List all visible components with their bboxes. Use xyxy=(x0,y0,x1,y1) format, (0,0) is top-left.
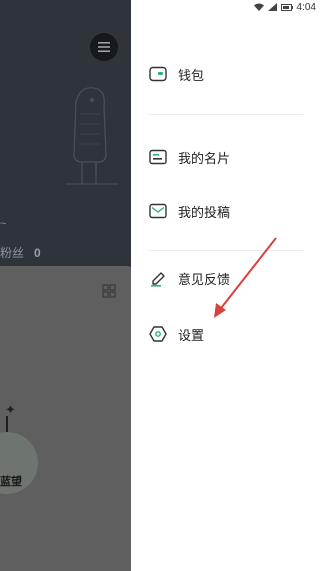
drawer-item-label: 意见反馈 xyxy=(178,271,231,287)
drawer-item-my-card[interactable]: 我的名片 xyxy=(148,145,230,169)
content-card xyxy=(0,266,140,571)
status-bar: 4:04 xyxy=(131,0,320,14)
wifi-icon xyxy=(253,3,264,11)
mail-icon xyxy=(148,201,168,221)
drawer-item-feedback[interactable]: 意见反馈 xyxy=(148,266,230,290)
drawer-item-settings[interactable]: 设置 xyxy=(148,322,204,346)
menu-button[interactable] xyxy=(90,33,118,61)
drawer-item-label: 设置 xyxy=(178,327,205,343)
bubble-label: 蓝望 xyxy=(0,476,22,488)
grid-icon[interactable] xyxy=(102,284,116,298)
fans-stat: 粉丝 0 xyxy=(0,244,41,261)
drawer-item-wallet[interactable]: 钱包 xyxy=(148,62,204,86)
hexagon-settings-icon xyxy=(148,324,168,344)
drawer-divider xyxy=(148,250,303,251)
drawer-divider xyxy=(148,114,303,115)
wallet-icon xyxy=(148,64,168,84)
drawer-item-label: 钱包 xyxy=(178,67,205,83)
fans-label: 粉丝 xyxy=(0,246,25,260)
profile-signature: ~ xyxy=(0,218,7,230)
status-time: 4:04 xyxy=(296,1,316,13)
mascot-illustration xyxy=(66,87,118,185)
fans-count: 0 xyxy=(34,246,41,260)
card-icon xyxy=(148,147,168,167)
signal-icon xyxy=(267,3,277,11)
pencil-icon xyxy=(148,268,168,288)
drawer-item-label: 我的名片 xyxy=(178,150,231,166)
drawer-item-my-submissions[interactable]: 我的投稿 xyxy=(148,199,230,223)
hamburger-icon xyxy=(98,42,110,52)
battery-icon xyxy=(280,3,293,11)
drawer-item-label: 我的投稿 xyxy=(178,204,231,220)
